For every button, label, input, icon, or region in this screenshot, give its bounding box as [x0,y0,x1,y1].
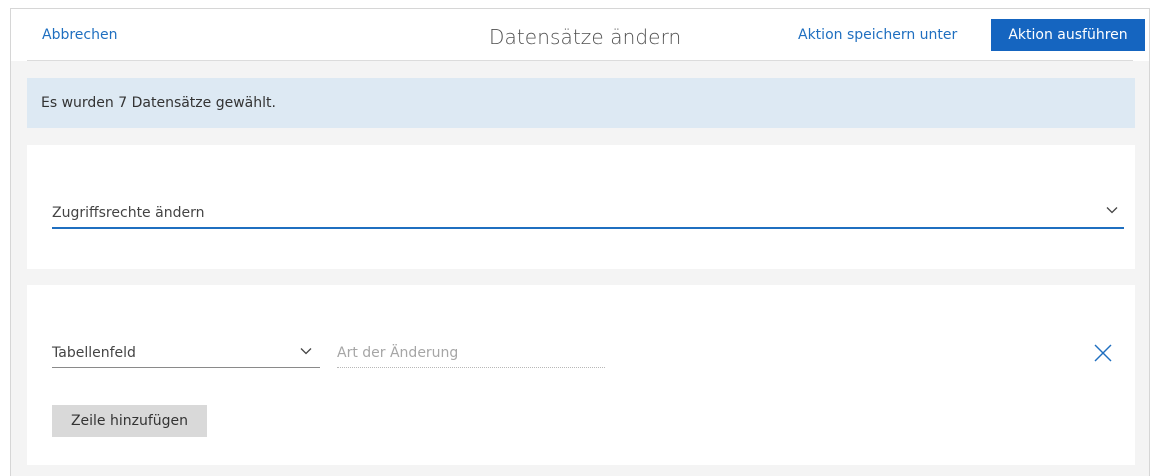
change-type-field[interactable]: Art der Änderung [337,343,605,368]
change-type-placeholder: Art der Änderung [337,345,459,361]
close-icon[interactable] [1093,343,1113,363]
dialog-header: Abbrechen Datensätze ändern Aktion speic… [11,9,1149,61]
table-field-dropdown-value: Tabellenfeld [52,345,136,361]
selection-info-text: Es wurden 7 Datensätze gewählt. [41,95,276,111]
access-rights-panel: Zugriffsrechte ändern [27,145,1135,269]
cancel-link[interactable]: Abbrechen [42,27,117,43]
add-row-button[interactable]: Zeile hinzufügen [52,405,207,437]
run-action-button[interactable]: Aktion ausführen [991,19,1145,51]
access-rights-dropdown[interactable]: Zugriffsrechte ändern [52,203,1124,229]
chevron-down-icon [1106,207,1118,214]
selection-info-bar: Es wurden 7 Datensätze gewählt. [27,78,1135,128]
chevron-down-icon [300,348,312,355]
table-field-dropdown[interactable]: Tabellenfeld [52,343,320,368]
dialog-window: Abbrechen Datensätze ändern Aktion speic… [10,8,1150,476]
header-divider [27,60,1133,61]
save-action-as-link[interactable]: Aktion speichern unter [798,27,957,43]
access-rights-dropdown-value: Zugriffsrechte ändern [52,205,205,221]
dialog-title: Datensätze ändern [489,25,682,49]
field-change-panel: Tabellenfeld Art der Änderung Zeile hinz… [27,285,1135,465]
